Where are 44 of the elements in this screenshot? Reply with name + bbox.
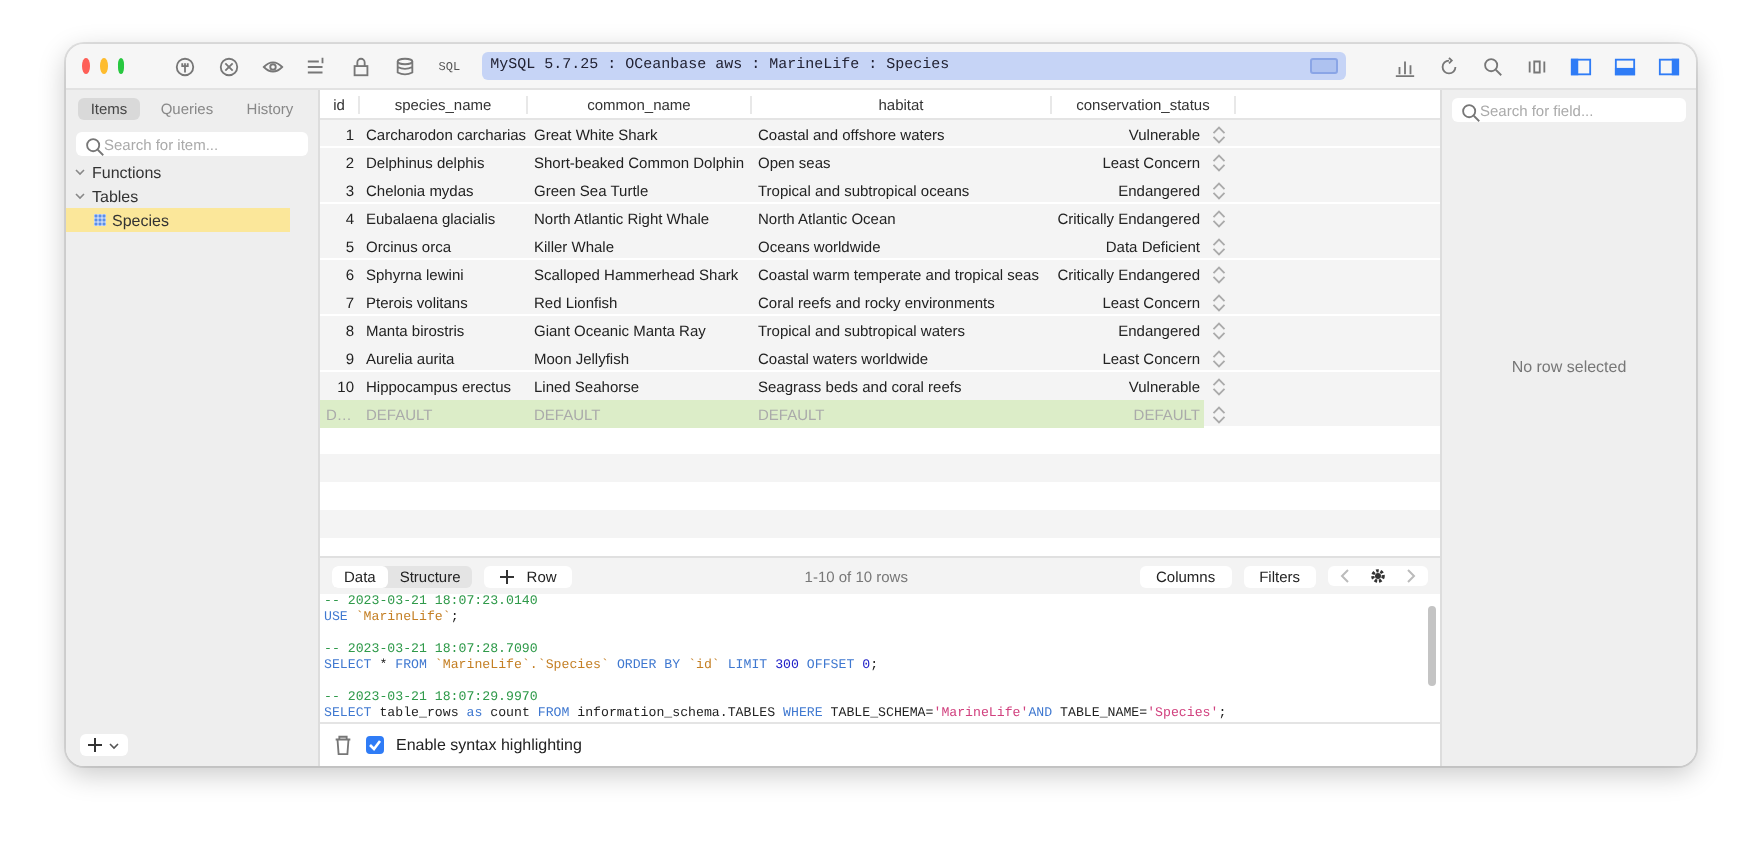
columns-icon[interactable]: [1526, 55, 1549, 77]
bottom-panel-icon[interactable]: [1614, 55, 1637, 77]
stepper-icon[interactable]: [1208, 151, 1230, 173]
next-icon[interactable]: [1406, 568, 1416, 584]
stepper-icon[interactable]: [1208, 235, 1230, 257]
search-icon[interactable]: [1460, 102, 1482, 124]
search-icon[interactable]: [84, 136, 106, 158]
zoom-button[interactable]: [117, 58, 125, 74]
list-icon[interactable]: [306, 55, 329, 77]
stepper-icon[interactable]: [1208, 207, 1230, 229]
checkbox-label: Enable syntax highlighting: [396, 736, 582, 754]
tree-item[interactable]: Functions: [66, 160, 318, 184]
stepper-icon[interactable]: [1208, 319, 1230, 341]
stepper-icon[interactable]: [1208, 291, 1230, 313]
stepper-icon[interactable]: [1208, 375, 1230, 397]
scrollbar[interactable]: [1428, 606, 1436, 686]
checkbox[interactable]: [366, 736, 384, 754]
stepper-icon[interactable]: [1208, 263, 1230, 285]
caret-icon: [108, 739, 120, 751]
stepper-icon[interactable]: [1208, 347, 1230, 369]
settings-icon[interactable]: [1370, 568, 1386, 584]
plus-icon: [88, 738, 102, 752]
refresh-icon[interactable]: [1438, 55, 1461, 77]
checkmark-icon: [368, 738, 382, 752]
stepper-icon[interactable]: [1208, 403, 1230, 425]
pager-control[interactable]: [1328, 566, 1428, 586]
close-button[interactable]: [82, 58, 90, 74]
add-menu-button[interactable]: [80, 734, 128, 756]
close-icon[interactable]: [218, 55, 241, 77]
tree-item[interactable]: Species: [66, 208, 290, 232]
right-panel-icon[interactable]: [1658, 55, 1681, 77]
left-panel-icon[interactable]: [1570, 55, 1593, 77]
plus-icon: [500, 569, 515, 583]
search-icon[interactable]: [1482, 55, 1505, 77]
trash-icon[interactable]: [332, 734, 354, 756]
stepper-icon[interactable]: [1208, 179, 1230, 201]
table-icon: [94, 214, 106, 226]
tree-item[interactable]: Tables: [66, 184, 318, 208]
previous-icon[interactable]: [1340, 568, 1350, 584]
tag-icon: [1310, 58, 1339, 74]
empty-message: No row selected: [1511, 358, 1627, 376]
stepper-icon[interactable]: [1208, 123, 1230, 145]
lock-icon[interactable]: [350, 55, 373, 77]
database-icon[interactable]: [394, 55, 417, 77]
